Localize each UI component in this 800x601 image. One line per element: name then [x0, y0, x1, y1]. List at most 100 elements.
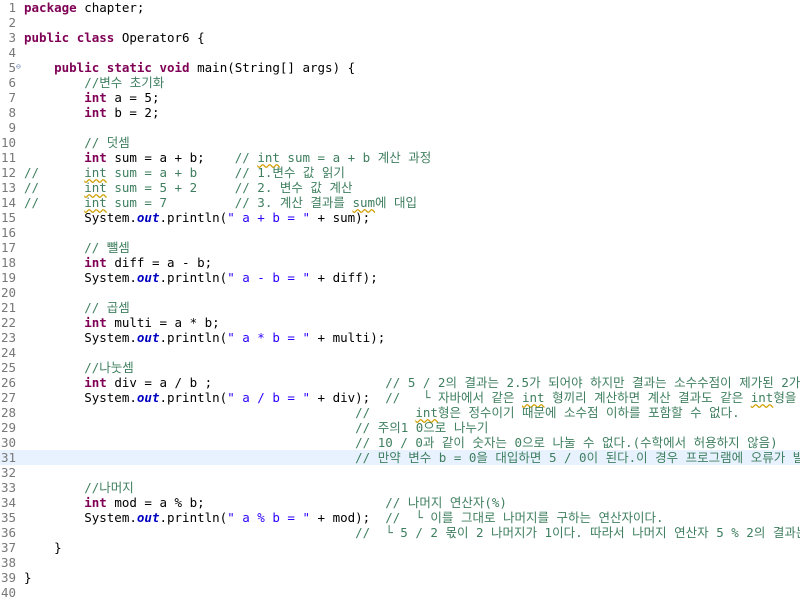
code-line[interactable]: 31 // 만약 변수 b = 0을 대입하면 5 / 0이 된다.이 경우 프… — [0, 450, 800, 465]
code-line[interactable]: 8 int b = 2; — [0, 105, 800, 120]
code-line[interactable]: 22 int multi = a * b; — [0, 315, 800, 330]
code-token: sum = a + b; — [106, 150, 235, 165]
code-text[interactable]: int mod = a % b; // 나머지 연산자(%) — [24, 495, 507, 510]
code-text[interactable]: // 뺄셈 — [24, 240, 130, 255]
code-token: System. — [24, 210, 137, 225]
code-token: int — [84, 105, 107, 120]
code-text[interactable]: public static void main(String[] args) { — [24, 60, 355, 75]
code-line[interactable]: 27 System.out.println(" a / b = " + div)… — [0, 390, 800, 405]
code-line[interactable]: 32 — [0, 465, 800, 480]
line-number: 17 — [0, 240, 16, 255]
code-line[interactable]: 40 — [0, 585, 800, 600]
code-token: // 뺄셈 — [84, 240, 130, 255]
code-line[interactable]: 26 int div = a / b ; // 5 / 2의 결과는 2.5가 … — [0, 375, 800, 390]
code-line[interactable]: 3 public class Operator6 { — [0, 30, 800, 45]
line-number: 14 — [0, 195, 16, 210]
code-text[interactable]: // int sum = 7 // 3. 계산 결과를 sum에 대입 — [24, 195, 417, 210]
code-text[interactable]: System.out.println(" a + b = " + sum); — [24, 210, 370, 225]
code-text[interactable]: // 만약 변수 b = 0을 대입하면 5 / 0이 된다.이 경우 프로그램… — [24, 450, 800, 465]
code-line[interactable]: 18 int diff = a - b; — [0, 255, 800, 270]
code-line[interactable]: 7 int a = 5; — [0, 90, 800, 105]
code-line[interactable]: 30 // 10 / 0과 같이 숫자는 0으로 나눌 수 없다.(수학에서 허… — [0, 435, 800, 450]
code-line[interactable]: 39} — [0, 570, 800, 585]
code-text[interactable]: // int형은 정수이기 때문에 소수점 이하를 포함할 수 없다. — [24, 405, 740, 420]
code-line[interactable]: 11 int sum = a + b; // int sum = a + b 계… — [0, 150, 800, 165]
code-line[interactable]: 10 // 덧셈 — [0, 135, 800, 150]
code-text[interactable]: System.out.println(" a / b = " + div); /… — [24, 390, 800, 405]
code-line[interactable]: 9 — [0, 120, 800, 135]
code-text[interactable]: //변수 초기화 — [24, 75, 164, 90]
code-text[interactable]: System.out.println(" a * b = " + multi); — [24, 330, 385, 345]
line-number: 39 — [0, 570, 16, 585]
code-text[interactable]: // 덧셈 — [24, 135, 130, 150]
code-token: // └ 5 / 2 몫이 2 나머지가 1이다. 따라서 나머지 연산자 5 … — [355, 525, 800, 540]
code-line[interactable]: 23 System.out.println(" a * b = " + mult… — [0, 330, 800, 345]
code-token: int — [750, 390, 774, 405]
code-token: // 10 / 0과 같이 숫자는 0으로 나눌 수 없다.(수학에서 허용하지… — [355, 435, 778, 450]
code-line[interactable]: 21 // 곱셈 — [0, 300, 800, 315]
code-token: 형을 사용한다. — [773, 390, 797, 405]
code-text[interactable]: System.out.println(" a - b = " + diff); — [24, 270, 378, 285]
code-line[interactable]: 2 — [0, 15, 800, 30]
code-text[interactable]: // 10 / 0과 같이 숫자는 0으로 나눌 수 없다.(수학에서 허용하지… — [24, 435, 778, 450]
code-editor[interactable]: 1 package chapter; 2 3 public class Operator… — [0, 0, 800, 601]
code-line[interactable]: 1 package chapter; — [0, 0, 800, 15]
code-text[interactable]: package chapter; — [24, 0, 144, 15]
code-line[interactable]: 35 System.out.println(" a % b = " + mod)… — [0, 510, 800, 525]
code-text[interactable]: // int sum = 5 + 2 // 2. 변수 값 계산 — [24, 180, 352, 195]
line-number: 24 — [0, 345, 16, 360]
code-text[interactable]: int multi = a * b; — [24, 315, 219, 330]
code-line[interactable]: 33 //나머지 — [0, 480, 800, 495]
code-token: int — [84, 180, 107, 195]
code-text[interactable]: System.out.println(" a % b = " + mod); /… — [24, 510, 663, 525]
code-token: // — [24, 180, 85, 195]
code-text[interactable]: int div = a / b ; // 5 / 2의 결과는 2.5가 되어야… — [24, 375, 800, 390]
code-line[interactable]: 17 // 뺄셈 — [0, 240, 800, 255]
code-text[interactable]: int a = 5; — [24, 90, 159, 105]
code-text[interactable]: int b = 2; — [24, 105, 159, 120]
code-line[interactable]: 14 // int sum = 7 // 3. 계산 결과를 sum에 대입 — [0, 195, 800, 210]
code-token: 에 대입 — [375, 195, 418, 210]
code-line[interactable]: 5 ⊖ public static void main(String[] args… — [0, 60, 800, 75]
code-line[interactable]: 4 — [0, 45, 800, 60]
code-line[interactable]: 19 System.out.println(" a - b = " + diff… — [0, 270, 800, 285]
code-token: public — [24, 30, 70, 45]
line-number: 18 — [0, 255, 16, 270]
code-line[interactable]: 16 — [0, 225, 800, 240]
code-text[interactable]: // 주의1 0으로 나누기 — [24, 420, 488, 435]
code-text[interactable]: //나머지 — [24, 480, 134, 495]
code-line[interactable]: 38 — [0, 555, 800, 570]
code-text[interactable]: // 곱셈 — [24, 300, 130, 315]
code-lines[interactable]: 1 package chapter; 2 3 public class Operator… — [0, 0, 800, 600]
code-line[interactable]: 15 System.out.println(" a + b = " + sum)… — [0, 210, 800, 225]
code-token: sum = a + b 계산 과정 — [279, 150, 432, 165]
code-token: package — [24, 0, 77, 15]
code-token: " a % b = " — [227, 510, 310, 525]
fold-toggle-icon[interactable]: ⊖ — [16, 59, 21, 74]
code-line[interactable]: 28 // int형은 정수이기 때문에 소수점 이하를 포함할 수 없다. — [0, 405, 800, 420]
code-text[interactable]: //나눗셈 — [24, 360, 134, 375]
code-text[interactable]: int diff = a - b; — [24, 255, 212, 270]
code-text[interactable]: } — [24, 540, 62, 555]
code-line[interactable]: 37 } — [0, 540, 800, 555]
code-line[interactable]: 24 — [0, 345, 800, 360]
code-line[interactable]: 12 // int sum = a + b // 1.변수 값 읽기 — [0, 165, 800, 180]
code-line[interactable]: 20 — [0, 285, 800, 300]
code-text[interactable]: int sum = a + b; // int sum = a + b 계산 과… — [24, 150, 431, 165]
code-text[interactable]: } — [24, 570, 32, 585]
code-line[interactable]: 13 // int sum = 5 + 2 // 2. 변수 값 계산 — [0, 180, 800, 195]
line-number: 12 — [0, 165, 16, 180]
code-text[interactable]: // └ 5 / 2 몫이 2 나머지가 1이다. 따라서 나머지 연산자 5 … — [24, 525, 800, 540]
code-line[interactable]: 34 int mod = a % b; // 나머지 연산자(%) — [0, 495, 800, 510]
code-line[interactable]: 25 //나눗셈 — [0, 360, 800, 375]
code-text[interactable]: public class Operator6 { — [24, 30, 205, 45]
code-line[interactable]: 29 // 주의1 0으로 나누기 — [0, 420, 800, 435]
code-text[interactable]: // int sum = a + b // 1.변수 값 읽기 — [24, 165, 345, 180]
code-line[interactable]: 36 // └ 5 / 2 몫이 2 나머지가 1이다. 따라서 나머지 연산자… — [0, 525, 800, 540]
code-line[interactable]: 6 //변수 초기화 — [0, 75, 800, 90]
code-token: int — [84, 495, 107, 510]
